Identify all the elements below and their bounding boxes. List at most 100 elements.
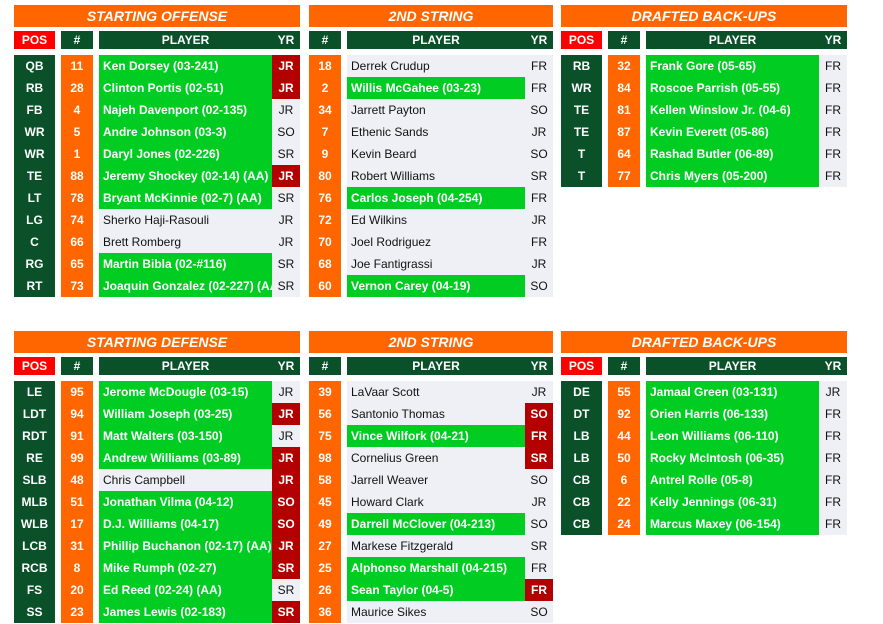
year-cell: FR <box>819 447 847 469</box>
jersey-number-cell: 45 <box>309 491 341 513</box>
jersey-number-cell: 72 <box>309 209 341 231</box>
player-name-cell: Ed Wilkins <box>347 209 525 231</box>
player-name-cell: Joaquin Gonzalez (02-227) (AA) <box>99 275 272 297</box>
player-name-cell: Kevin Everett (05-86) <box>646 121 819 143</box>
year-cell: JR <box>272 99 300 121</box>
header-number: # <box>61 31 93 49</box>
year-cell: SO <box>525 469 553 491</box>
player-name-cell: Phillip Buchanon (02-17) (AA) <box>99 535 272 557</box>
year-cell: JR <box>819 381 847 403</box>
player-name-cell: Joel Rodriguez <box>347 231 525 253</box>
player-name-cell: Markese Fitzgerald <box>347 535 525 557</box>
position-cell: WLB <box>14 513 55 535</box>
player-name-cell: Derrek Crudup <box>347 55 525 77</box>
player-name-cell: William Joseph (03-25) <box>99 403 272 425</box>
table-row: RCB 8 Mike Rumph (02-27) SR <box>14 557 300 579</box>
table-row: WR 1 Daryl Jones (02-226) SR <box>14 143 300 165</box>
year-cell: SR <box>272 579 300 601</box>
year-cell: SO <box>272 121 300 143</box>
player-name-cell: Sherko Haji-Rasouli <box>99 209 272 231</box>
year-cell: SO <box>525 143 553 165</box>
player-name-cell: Robert Williams <box>347 165 525 187</box>
year-cell: FR <box>819 121 847 143</box>
position-cell: FS <box>14 579 55 601</box>
player-name-cell: Kelly Jennings (06-31) <box>646 491 819 513</box>
jersey-number-cell: 55 <box>608 381 640 403</box>
year-cell: SO <box>525 275 553 297</box>
header-number: # <box>608 31 640 49</box>
position-cell: WR <box>14 121 55 143</box>
jersey-number-cell: 4 <box>61 99 93 121</box>
position-cell: DE <box>561 381 602 403</box>
jersey-number-cell: 25 <box>309 557 341 579</box>
jersey-number-cell: 22 <box>608 491 640 513</box>
table-row: WR 84 Roscoe Parrish (05-55) FR <box>561 77 847 99</box>
header-player: PLAYER <box>99 357 272 375</box>
player-name-cell: D.J. Williams (04-17) <box>99 513 272 535</box>
table-row: RE 99 Andrew Williams (03-89) JR <box>14 447 300 469</box>
starting-defense-table: STARTING DEFENSE POS # PLAYER YR LE 95 Jerome … <box>14 331 300 623</box>
table-header-row: POS # PLAYER YR <box>561 357 847 375</box>
jersey-number-cell: 34 <box>309 99 341 121</box>
jersey-number-cell: 6 <box>608 469 640 491</box>
year-cell: SO <box>525 403 553 425</box>
table-row: 18 Derrek Crudup FR <box>309 55 553 77</box>
jersey-number-cell: 39 <box>309 381 341 403</box>
drafted-backups-offense-table: DRAFTED BACK-UPS POS # PLAYER YR RB 32 Frank G… <box>561 5 847 187</box>
table-row: LT 78 Bryant McKinnie (02-7) (AA) SR <box>14 187 300 209</box>
position-cell: TE <box>561 121 602 143</box>
player-name-cell: Vince Wilfork (04-21) <box>347 425 525 447</box>
position-cell: CB <box>561 469 602 491</box>
jersey-number-cell: 2 <box>309 77 341 99</box>
jersey-number-cell: 98 <box>309 447 341 469</box>
position-cell: T <box>561 165 602 187</box>
second-string-defense-table: 2ND STRING # PLAYER YR 39 LaVaar Scott JR 56 Sa… <box>309 331 553 623</box>
table-header-row: POS # PLAYER YR <box>561 31 847 49</box>
header-player: PLAYER <box>646 31 819 49</box>
year-cell: FR <box>819 55 847 77</box>
table-row: LB 50 Rocky McIntosh (06-35) FR <box>561 447 847 469</box>
player-name-cell: Najeh Davenport (02-135) <box>99 99 272 121</box>
jersey-number-cell: 1 <box>61 143 93 165</box>
table-row: SS 23 James Lewis (02-183) SR <box>14 601 300 623</box>
table-row: 34 Jarrett Payton SO <box>309 99 553 121</box>
year-cell: FR <box>819 403 847 425</box>
table-row: CB 6 Antrel Rolle (05-8) FR <box>561 469 847 491</box>
position-cell: LE <box>14 381 55 403</box>
jersey-number-cell: 58 <box>309 469 341 491</box>
jersey-number-cell: 84 <box>608 77 640 99</box>
table-row: 45 Howard Clark JR <box>309 491 553 513</box>
year-cell: JR <box>272 447 300 469</box>
table-row: 72 Ed Wilkins JR <box>309 209 553 231</box>
header-player: PLAYER <box>347 31 525 49</box>
player-name-cell: Ethenic Sands <box>347 121 525 143</box>
jersey-number-cell: 65 <box>61 253 93 275</box>
table-row: 25 Alphonso Marshall (04-215) FR <box>309 557 553 579</box>
jersey-number-cell: 95 <box>61 381 93 403</box>
player-name-cell: Matt Walters (03-150) <box>99 425 272 447</box>
position-cell: TE <box>14 165 55 187</box>
position-cell: RB <box>14 77 55 99</box>
position-cell: FB <box>14 99 55 121</box>
player-name-cell: Daryl Jones (02-226) <box>99 143 272 165</box>
year-cell: JR <box>272 165 300 187</box>
table-row: 2 Willis McGahee (03-23) FR <box>309 77 553 99</box>
jersey-number-cell: 92 <box>608 403 640 425</box>
year-cell: SR <box>272 601 300 623</box>
table-row: 70 Joel Rodriguez FR <box>309 231 553 253</box>
drafted-backups-defense-table: DRAFTED BACK-UPS POS # PLAYER YR DE 55 Jamaal … <box>561 331 847 535</box>
header-pos: POS <box>14 31 55 49</box>
jersey-number-cell: 5 <box>61 121 93 143</box>
table-row: RG 65 Martin Bibla (02-#116) SR <box>14 253 300 275</box>
jersey-number-cell: 70 <box>309 231 341 253</box>
jersey-number-cell: 32 <box>608 55 640 77</box>
position-cell: LB <box>561 447 602 469</box>
table-title: STARTING OFFENSE <box>14 5 300 27</box>
table-body: 18 Derrek Crudup FR 2 Willis McGahee (03-23)… <box>309 55 553 297</box>
player-name-cell: LaVaar Scott <box>347 381 525 403</box>
year-cell: JR <box>272 425 300 447</box>
table-row: TE 88 Jeremy Shockey (02-14) (AA) JR <box>14 165 300 187</box>
jersey-number-cell: 80 <box>309 165 341 187</box>
jersey-number-cell: 60 <box>309 275 341 297</box>
player-name-cell: Ken Dorsey (03-241) <box>99 55 272 77</box>
